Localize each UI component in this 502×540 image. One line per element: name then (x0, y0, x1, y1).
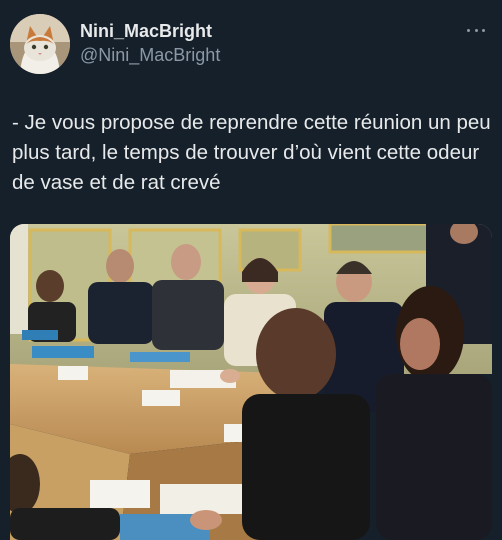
cat-avatar-icon (10, 14, 70, 74)
meeting-photo (10, 224, 492, 540)
dot (474, 28, 478, 32)
more-options-icon[interactable] (464, 20, 488, 40)
display-name[interactable]: Nini_MacBright (80, 20, 220, 42)
user-names: Nini_MacBright @Nini_MacBright (80, 20, 220, 66)
user-handle[interactable]: @Nini_MacBright (80, 44, 220, 66)
tweet-header: Nini_MacBright @Nini_MacBright (10, 14, 492, 74)
dot (482, 28, 485, 32)
avatar[interactable] (10, 14, 70, 74)
tweet-photo[interactable] (10, 224, 492, 540)
dot (467, 28, 470, 32)
tweet-text: - Je vous propose de reprendre cette réu… (12, 111, 491, 194)
